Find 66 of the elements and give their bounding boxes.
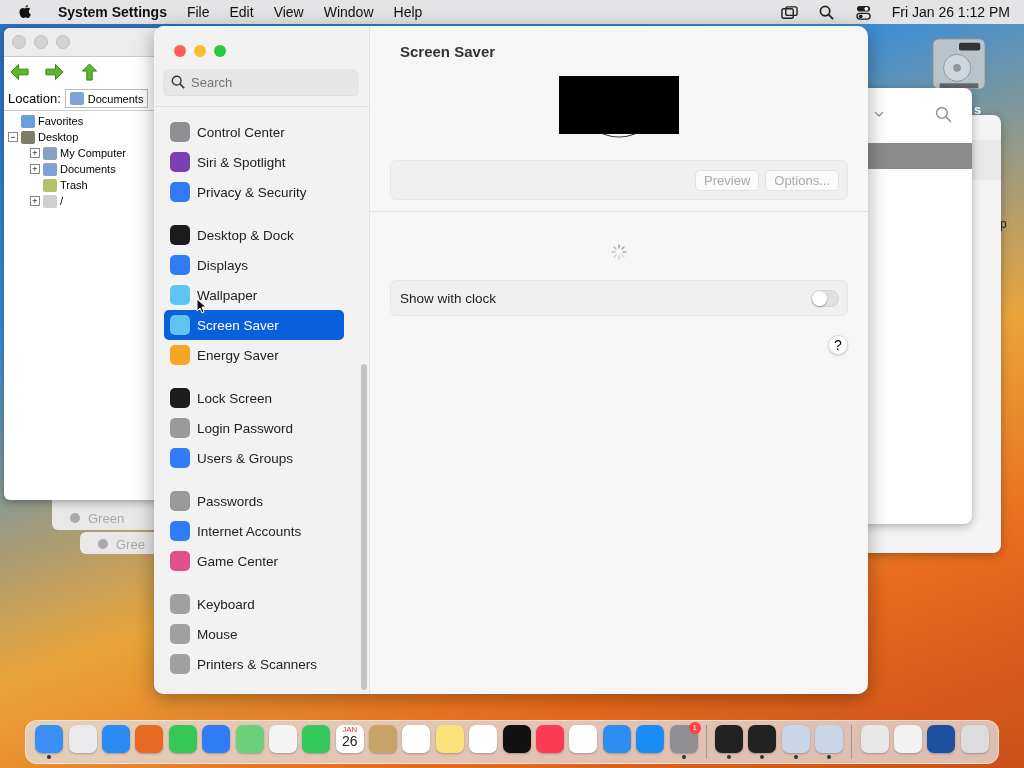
menu-item[interactable]: View	[273, 4, 304, 20]
sidebar-item[interactable]: Displays	[164, 250, 344, 280]
window-text-fragment: p	[1000, 217, 1007, 231]
window-label: Green	[88, 511, 125, 526]
search-icon	[171, 75, 185, 89]
sidebar-item[interactable]: Mouse	[164, 619, 344, 649]
sidebar-item[interactable]: Login Password	[164, 413, 344, 443]
location-label: Location:	[8, 91, 61, 106]
minimize-button[interactable]	[194, 45, 206, 57]
back-arrow-icon[interactable]	[10, 63, 29, 81]
tree-item[interactable]: /	[60, 195, 64, 207]
loading-spinner-icon	[611, 244, 627, 260]
tree-item[interactable]: Favorites	[38, 115, 84, 127]
sidebar-item[interactable]: Users & Groups	[164, 443, 344, 473]
tree-toggle[interactable]: +	[30, 164, 40, 174]
sidebar-item[interactable]: Control Center	[164, 117, 344, 147]
zoom-button[interactable]	[214, 45, 226, 57]
close-button[interactable]	[12, 35, 26, 49]
tree-toggle[interactable]: +	[30, 148, 40, 158]
menu-item[interactable]: Window	[323, 4, 374, 20]
dot-icon	[70, 513, 80, 523]
menu-item[interactable]: Help	[393, 4, 423, 20]
sidebar-item[interactable]: Lock Screen	[164, 383, 344, 413]
sidebar-item[interactable]: Passwords	[164, 486, 344, 516]
sidebar-item[interactable]: Wallpaper	[164, 280, 344, 310]
tree-toggle[interactable]: −	[8, 132, 18, 142]
sidebar-item[interactable]: Printers & Scanners	[164, 649, 344, 679]
minimize-button[interactable]	[34, 35, 48, 49]
sidebar-item[interactable]: Privacy & Security	[164, 177, 344, 207]
window-label: Gree	[116, 537, 145, 552]
desktop-icon-label: s	[974, 102, 982, 117]
tree-item[interactable]: Documents	[60, 163, 116, 175]
sidebar-item[interactable]: Game Center	[164, 546, 344, 576]
sidebar-item[interactable]: Keyboard	[164, 589, 344, 619]
tree-item[interactable]: Desktop	[38, 131, 79, 143]
pane-title: Screen Saver	[399, 42, 497, 60]
control-center-icon[interactable]	[854, 4, 872, 20]
sidebar-item[interactable]: Screen Saver	[164, 310, 344, 340]
sidebar-item[interactable]: Siri & Spotlight	[164, 147, 344, 177]
search-field[interactable]: Search	[163, 69, 359, 96]
setting-label: Show with clock	[400, 290, 497, 306]
tree-item[interactable]: Trash	[60, 179, 88, 191]
scrollbar[interactable]	[361, 364, 367, 690]
menu-item[interactable]: File	[186, 4, 210, 20]
calendar-icon[interactable]: JAN 26	[335, 725, 364, 753]
chevron-icon[interactable]	[874, 111, 884, 117]
forward-arrow-icon[interactable]	[45, 63, 64, 81]
app-menu[interactable]: System Settings	[58, 4, 167, 20]
toggle-switch[interactable]	[811, 289, 839, 307]
zoom-button[interactable]	[56, 35, 70, 49]
menu-item[interactable]: Edit	[229, 4, 254, 20]
search-icon[interactable]	[817, 4, 835, 20]
hard-drive-icon[interactable]	[930, 36, 988, 92]
dot-icon	[98, 539, 108, 549]
tree-toggle[interactable]: +	[30, 196, 40, 206]
location-dropdown[interactable]: Documents	[64, 89, 149, 108]
tree-item[interactable]: My Computer	[60, 147, 127, 159]
close-button[interactable]	[174, 45, 186, 57]
screen-mirroring-icon[interactable]	[780, 4, 798, 20]
sidebar-item[interactable]: Energy Saver	[164, 340, 344, 370]
sidebar-item[interactable]: Desktop & Dock	[164, 220, 344, 250]
menu-clock[interactable]: Fri Jan 26 1:12 PM	[891, 4, 1010, 20]
sidebar-item[interactable]: Internet Accounts	[164, 516, 344, 546]
help-button[interactable]: ?	[828, 335, 848, 355]
up-arrow-icon[interactable]	[80, 63, 99, 81]
apple-icon[interactable]	[18, 4, 32, 20]
